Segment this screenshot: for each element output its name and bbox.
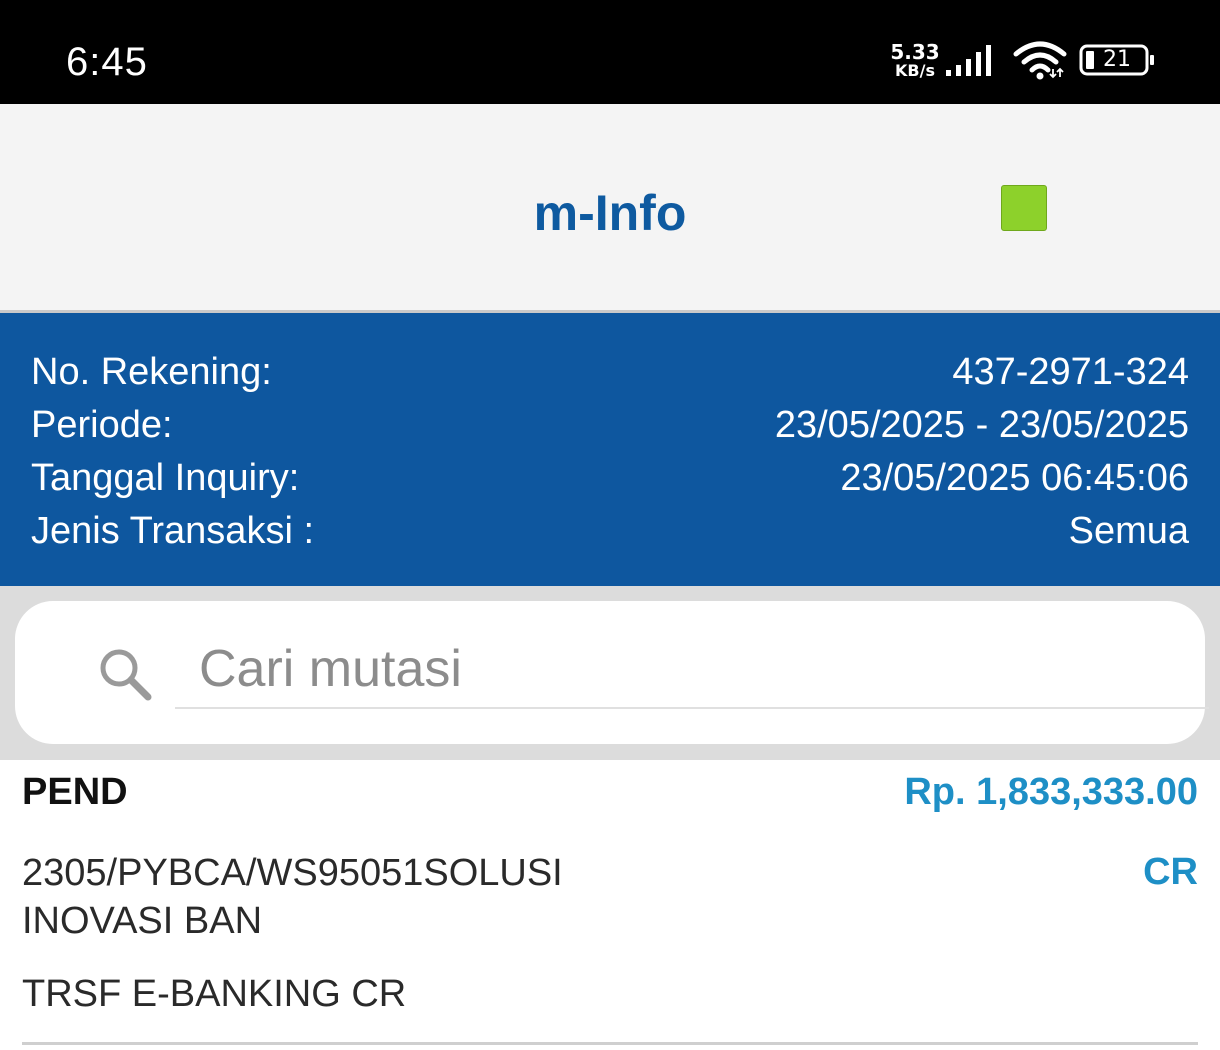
search-area bbox=[0, 586, 1220, 760]
transaction-description-line: 2305/PYBCA/WS95051SOLUSI bbox=[22, 852, 563, 894]
search-icon bbox=[100, 649, 152, 701]
inquiry-date-value: 23/05/2025 06:45:06 bbox=[840, 457, 1189, 499]
inquiry-date-row: Tanggal Inquiry: 23/05/2025 06:45:06 bbox=[31, 452, 1189, 505]
signal-icon bbox=[946, 45, 991, 76]
battery-level: 21 bbox=[1103, 47, 1131, 72]
transaction-description-line: INOVASI BAN bbox=[22, 900, 263, 942]
transaction-type-badge: CR bbox=[1143, 851, 1198, 893]
transaction-type-row: Jenis Transaksi : Semua bbox=[31, 505, 1189, 558]
transaction-type-value: Semua bbox=[1068, 510, 1189, 552]
transaction-description: 2305/PYBCA/WS95051SOLUSI INOVASI BAN bbox=[22, 849, 622, 945]
status-bar: 6:45 5.33 KB/s 21 bbox=[0, 0, 1220, 104]
status-indicator bbox=[1001, 185, 1047, 231]
period-row: Periode: 23/05/2025 - 23/05/2025 bbox=[31, 399, 1189, 452]
period-value: 23/05/2025 - 23/05/2025 bbox=[774, 404, 1189, 446]
period-label: Periode: bbox=[31, 404, 173, 446]
status-time: 6:45 bbox=[66, 40, 148, 84]
account-number-value: 437-2971-324 bbox=[952, 351, 1189, 393]
network-speed: 5.33 KB/s bbox=[890, 42, 940, 80]
inquiry-date-label: Tanggal Inquiry: bbox=[31, 457, 300, 499]
network-speed-unit: KB/s bbox=[895, 61, 935, 80]
account-number-row: No. Rekening: 437-2971-324 bbox=[31, 346, 1189, 399]
search-input[interactable] bbox=[175, 631, 1209, 709]
transaction-type-label: Jenis Transaksi : bbox=[31, 510, 314, 552]
app-header: m-Info bbox=[0, 104, 1220, 313]
transaction-item[interactable]: PEND Rp. 1,833,333.00 2305/PYBCA/WS95051… bbox=[0, 760, 1220, 1050]
account-number-label: No. Rekening: bbox=[31, 351, 272, 393]
divider bbox=[22, 1042, 1198, 1045]
transaction-amount: Rp. 1,833,333.00 bbox=[904, 771, 1198, 813]
network-speed-value: 5.33 bbox=[890, 40, 940, 64]
account-info-panel: No. Rekening: 437-2971-324 Periode: 23/0… bbox=[0, 313, 1220, 586]
search-box[interactable] bbox=[15, 601, 1209, 744]
transaction-category: TRSF E-BANKING CR bbox=[22, 973, 407, 1015]
transaction-status: PEND bbox=[22, 771, 128, 813]
wifi-icon bbox=[1013, 41, 1067, 80]
